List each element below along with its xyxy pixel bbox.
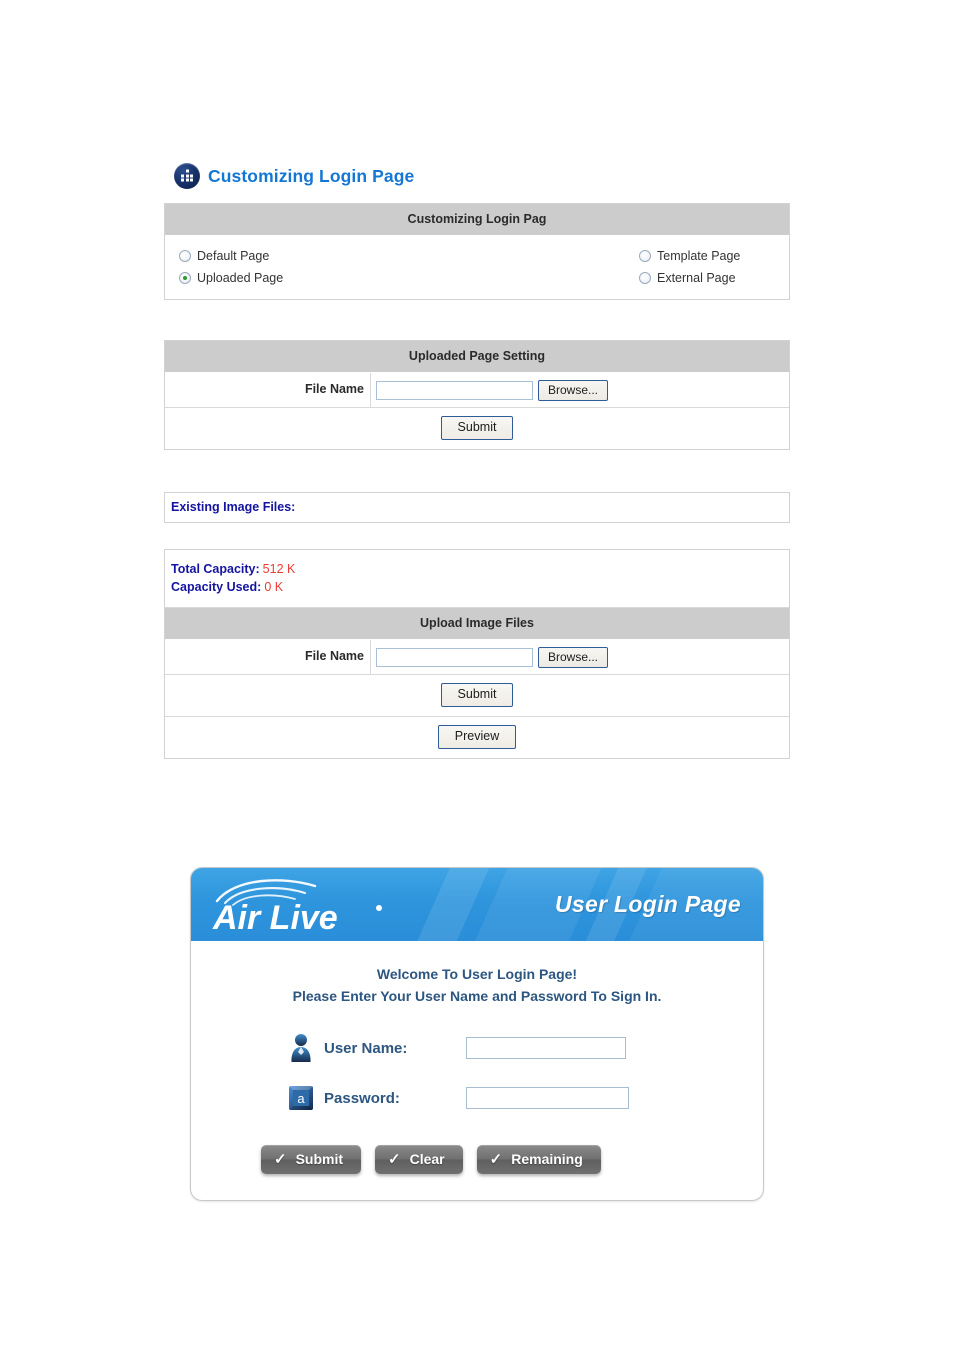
- customizing-panel-header: Customizing Login Pag: [165, 204, 789, 236]
- radio-template-page-icon[interactable]: [639, 250, 651, 262]
- page-title-text: Customizing Login Page: [208, 165, 415, 186]
- airlive-logo: Air Live: [212, 878, 382, 936]
- radio-option-external-page[interactable]: External Page: [477, 267, 789, 289]
- uploaded-file-name-input[interactable]: [376, 380, 533, 400]
- upload-file-name-row: File Name Browse...: [165, 640, 789, 675]
- user-silhouette-icon: [286, 1033, 316, 1063]
- svg-text:Air Live: Air Live: [212, 899, 338, 936]
- page-type-radio-group: Default Page Template Page Uploaded Page…: [165, 236, 789, 299]
- login-fields: User Name: a Password:: [191, 1033, 763, 1111]
- upload-submit-row: Submit: [165, 675, 789, 717]
- banner-streak: [389, 868, 501, 941]
- uploaded-page-setting-header: Uploaded Page Setting: [165, 341, 789, 373]
- password-label: Password:: [324, 1089, 400, 1107]
- check-icon: ✓: [489, 1150, 503, 1168]
- password-key-icon: a: [286, 1085, 316, 1111]
- upload-file-name-label: File Name: [165, 640, 371, 674]
- radio-option-default-page[interactable]: Default Page: [165, 245, 477, 267]
- radio-default-page-label: Default Page: [197, 249, 270, 263]
- login-clear-button[interactable]: ✓ Clear: [375, 1145, 463, 1174]
- username-label: User Name:: [324, 1039, 408, 1057]
- existing-image-files-panel: Existing Image Files:: [164, 492, 790, 523]
- login-submit-label: Submit: [295, 1151, 344, 1167]
- radio-option-uploaded-page[interactable]: Uploaded Page: [165, 267, 477, 289]
- radio-external-page-icon[interactable]: [639, 272, 651, 284]
- radio-template-page-label: Template Page: [657, 249, 741, 263]
- customizing-login-page-panel: Customizing Login Pag Default Page Templ…: [164, 203, 790, 300]
- total-capacity-line: Total Capacity: 512 K: [171, 560, 789, 578]
- page-title: Customizing Login Page: [174, 163, 790, 189]
- uploaded-submit-button[interactable]: Submit: [440, 416, 514, 440]
- check-icon: ✓: [388, 1150, 401, 1168]
- login-banner: Air Live User Login Page: [191, 868, 763, 941]
- username-row: User Name:: [191, 1033, 763, 1063]
- radio-uploaded-page-label: Uploaded Page: [197, 271, 284, 285]
- check-icon: ✓: [274, 1150, 287, 1168]
- existing-image-files-header: Existing Image Files:: [171, 500, 296, 514]
- total-capacity-value: 512 K: [262, 562, 296, 576]
- uploaded-page-setting-panel: Uploaded Page Setting File Name Browse..…: [164, 340, 790, 450]
- welcome-line-2: Please Enter Your User Name and Password…: [292, 988, 662, 1004]
- uploaded-file-name-row: File Name Browse...: [165, 373, 789, 408]
- capacity-used-value: 0 K: [264, 580, 284, 594]
- login-remaining-button[interactable]: ✓ Remaining: [476, 1145, 601, 1174]
- radio-external-page-label: External Page: [657, 271, 736, 285]
- login-remaining-label: Remaining: [511, 1151, 583, 1167]
- upload-file-name-input[interactable]: [376, 647, 533, 667]
- capacity-summary: Total Capacity: 512 K Capacity Used: 0 K: [165, 550, 789, 607]
- login-banner-title: User Login Page: [555, 891, 741, 917]
- grid-icon: [174, 163, 200, 189]
- password-row: a Password:: [191, 1085, 763, 1111]
- login-submit-button[interactable]: ✓ Submit: [261, 1145, 362, 1174]
- uploaded-browse-button[interactable]: Browse...: [538, 379, 609, 401]
- upload-image-files-panel: Total Capacity: 512 K Capacity Used: 0 K U…: [164, 549, 790, 759]
- login-page-preview: Air Live User Login Page Welcome To User…: [190, 867, 764, 1201]
- upload-browse-button[interactable]: Browse...: [538, 646, 609, 668]
- login-clear-label: Clear: [409, 1151, 445, 1167]
- welcome-message: Welcome To User Login Page! Please Enter…: [191, 963, 763, 1007]
- capacity-used-label: Capacity Used:: [171, 580, 262, 594]
- login-body: Welcome To User Login Page! Please Enter…: [191, 941, 763, 1200]
- upload-submit-button[interactable]: Submit: [440, 683, 514, 707]
- username-input[interactable]: [466, 1037, 626, 1059]
- upload-image-files-header: Upload Image Files: [165, 607, 789, 640]
- upload-preview-button[interactable]: Preview: [437, 725, 517, 749]
- login-card: Air Live User Login Page Welcome To User…: [190, 867, 764, 1201]
- total-capacity-label: Total Capacity:: [171, 562, 260, 576]
- svg-text:a: a: [297, 1091, 305, 1106]
- uploaded-submit-row: Submit: [165, 408, 789, 449]
- login-actions: ✓ Submit ✓ Clear ✓ Remaining: [191, 1145, 763, 1174]
- capacity-used-line: Capacity Used: 0 K: [171, 578, 789, 596]
- uploaded-file-name-label: File Name: [165, 373, 371, 407]
- password-input[interactable]: [466, 1087, 629, 1109]
- radio-default-page-icon[interactable]: [179, 250, 191, 262]
- welcome-line-1: Welcome To User Login Page!: [376, 966, 578, 982]
- upload-preview-row: Preview: [165, 717, 789, 758]
- radio-option-template-page[interactable]: Template Page: [477, 245, 789, 267]
- settings-page: Customizing Login Page Customizing Login…: [164, 0, 790, 759]
- radio-uploaded-page-icon[interactable]: [179, 272, 191, 284]
